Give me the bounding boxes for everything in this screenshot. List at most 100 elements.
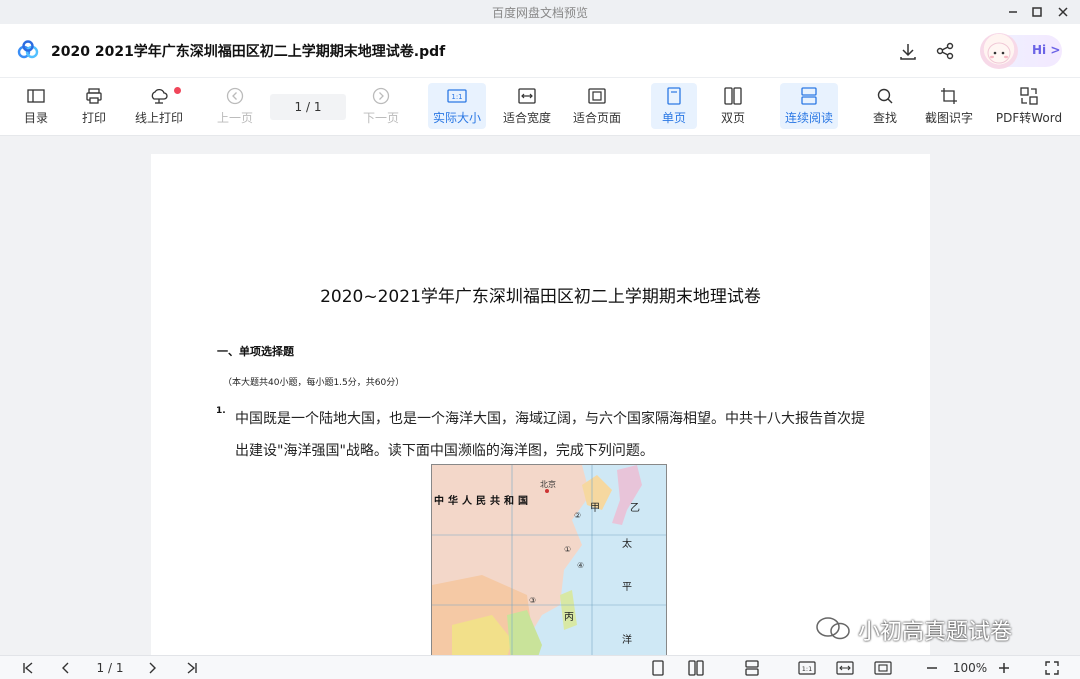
- fit-page-icon: [874, 661, 892, 675]
- section-note: （本大题共40小题，每小题1.5分，共60分）: [223, 378, 405, 388]
- ai-assistant-button[interactable]: Hi >: [980, 33, 1062, 69]
- map-label-yi: 乙: [630, 503, 640, 514]
- map-marker-3: ③: [529, 596, 537, 605]
- continuous-read-label: 连续阅读: [784, 111, 833, 125]
- double-page-button[interactable]: 双页: [710, 83, 756, 129]
- online-print-label: 线上打印: [134, 111, 183, 125]
- single-page-label: 单页: [661, 111, 686, 125]
- double-page-label: 双页: [720, 111, 745, 125]
- first-page-button[interactable]: [18, 659, 38, 677]
- zoom-level[interactable]: 100%: [950, 659, 990, 677]
- document-page: 2020~2021学年广东深圳福田区初二上学期期末地理试卷 一、单项选择题 （本…: [151, 154, 930, 655]
- share-button[interactable]: [933, 39, 957, 63]
- section-heading: 一、单项选择题: [217, 345, 294, 358]
- assistant-avatar-icon: [980, 33, 1018, 69]
- question-number: 1.: [216, 406, 226, 416]
- bottom-actual-size-button[interactable]: 1:1: [796, 659, 818, 677]
- bottom-single-page-button[interactable]: [648, 659, 668, 677]
- double-page-icon: [688, 660, 704, 676]
- single-page-icon: [652, 660, 664, 676]
- cloud-print-icon: [151, 88, 168, 104]
- map-capital-label: 北京: [540, 480, 556, 489]
- pdf-to-word-button[interactable]: PDF转Word: [994, 83, 1064, 129]
- ocr-button[interactable]: 截图识字: [922, 83, 976, 129]
- fit-width-icon: [518, 88, 536, 104]
- chevron-left-circle-icon: [226, 87, 244, 105]
- convert-icon: [1020, 87, 1038, 105]
- bottom-double-page-button[interactable]: [686, 659, 706, 677]
- actual-size-button[interactable]: 1:1 实际大小: [428, 83, 486, 129]
- baidu-netdisk-logo-icon: [17, 40, 39, 59]
- single-page-button[interactable]: 单页: [651, 83, 697, 129]
- fit-page-button[interactable]: 适合页面: [570, 83, 624, 129]
- zoom-in-button[interactable]: [994, 659, 1014, 677]
- document-title: 2020 2021学年广东深圳福田区初二上学期期末地理试卷.pdf: [51, 44, 446, 60]
- minus-icon: [927, 667, 937, 669]
- exam-title: 2020~2021学年广东深圳福田区初二上学期期末地理试卷: [320, 287, 761, 307]
- page-number-input[interactable]: 1 / 1: [270, 94, 346, 120]
- map-marker-1: ①: [564, 545, 572, 554]
- watermark-text: 小初高真题试卷: [858, 620, 1013, 645]
- zoom-out-button[interactable]: [922, 659, 942, 677]
- assistant-label: Hi >: [1032, 43, 1061, 57]
- map-country-label: 中华人民共和国: [434, 496, 532, 507]
- toc-icon: [27, 89, 45, 103]
- title-bar: 百度网盘文档预览: [0, 0, 1080, 24]
- continuous-read-button[interactable]: 连续阅读: [780, 83, 838, 129]
- chevron-right-icon: [149, 662, 156, 674]
- maximize-button[interactable]: [1024, 2, 1050, 22]
- map-label-yang: 洋: [622, 635, 632, 646]
- minimize-button[interactable]: [1000, 2, 1026, 22]
- download-icon: [900, 44, 916, 60]
- document-viewport[interactable]: 2020~2021学年广东深圳福田区初二上学期期末地理试卷 一、单项选择题 （本…: [0, 136, 1080, 655]
- fit-width-button[interactable]: 适合宽度: [500, 83, 554, 129]
- svg-text:1:1: 1:1: [451, 93, 462, 101]
- question-text-line1: 中国既是一个陆地大国，也是一个海洋大国，海域辽阔，与六个国家隔海相望。中共十八大…: [235, 411, 865, 427]
- bottom-fit-width-button[interactable]: [834, 659, 856, 677]
- continuous-scroll-icon: [801, 87, 817, 105]
- actual-size-icon: 1:1: [447, 89, 467, 103]
- map-marker-4: ④: [577, 561, 585, 570]
- close-button[interactable]: [1050, 2, 1076, 22]
- toc-button[interactable]: 目录: [18, 83, 54, 129]
- bottom-page-indicator[interactable]: 1 / 1: [88, 659, 132, 677]
- continuous-scroll-icon: [745, 660, 759, 676]
- next-page-button[interactable]: 下一页: [360, 83, 402, 129]
- chevron-right-circle-icon: [372, 87, 390, 105]
- map-label-tai: 太: [622, 539, 632, 550]
- print-button[interactable]: 打印: [76, 83, 112, 129]
- last-page-icon: [187, 662, 197, 674]
- fit-page-icon: [588, 88, 606, 104]
- question-text-line2: 出建设"海洋强国"战略。读下面中国濒临的海洋图，完成下列问题。: [235, 443, 654, 459]
- chevron-left-icon: [62, 662, 69, 674]
- map-label-jia: 甲: [590, 503, 600, 514]
- fit-width-icon: [836, 661, 854, 675]
- next-page-label: 下一页: [362, 111, 399, 125]
- download-button[interactable]: [896, 39, 920, 63]
- bottom-bar: 1 / 1 1:1 100%: [0, 655, 1080, 679]
- last-page-button[interactable]: [182, 659, 202, 677]
- single-page-icon: [667, 87, 681, 105]
- prev-page-button[interactable]: 上一页: [214, 83, 256, 129]
- find-button[interactable]: 查找: [864, 83, 906, 129]
- next-page-bottom-button[interactable]: [142, 659, 162, 677]
- prev-page-bottom-button[interactable]: [56, 659, 76, 677]
- print-label: 打印: [81, 111, 106, 125]
- bottom-fit-page-button[interactable]: [872, 659, 894, 677]
- bottom-continuous-button[interactable]: [742, 659, 762, 677]
- share-icon: [936, 42, 954, 60]
- ocr-label: 截图识字: [924, 111, 973, 125]
- toolbar: 目录 打印 线上打印 上一页 1 / 1 下一页 1:1 实际大小 适合宽度 适…: [0, 78, 1080, 136]
- prev-page-label: 上一页: [216, 111, 253, 125]
- search-icon: [877, 88, 893, 104]
- ocean-map-image: 中华人民共和国 北京 甲 乙 太 平 洋 丙 ② ① ④ ③: [431, 464, 667, 655]
- printer-icon: [86, 88, 102, 104]
- close-icon: [1058, 7, 1068, 17]
- notification-dot: [174, 87, 181, 94]
- fullscreen-button[interactable]: [1042, 659, 1062, 677]
- map-label-bing: 丙: [564, 612, 574, 623]
- toc-label: 目录: [23, 111, 48, 125]
- document-header: 2020 2021学年广东深圳福田区初二上学期期末地理试卷.pdf Hi >: [0, 24, 1080, 78]
- minimize-icon: [1009, 11, 1017, 13]
- fit-width-label: 适合宽度: [502, 111, 551, 125]
